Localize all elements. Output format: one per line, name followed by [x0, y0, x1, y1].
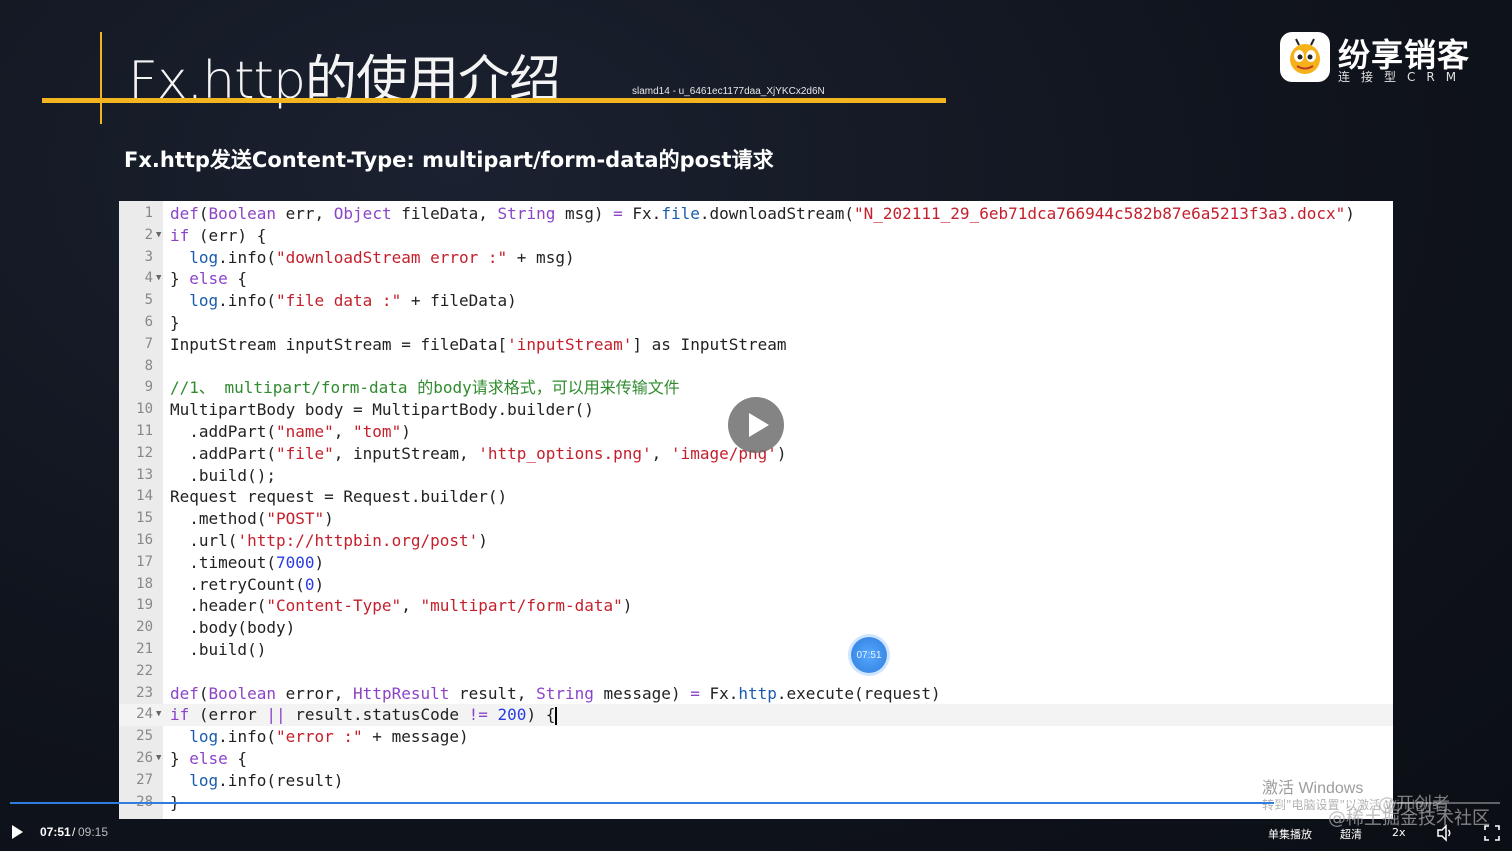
code-line-20: 20 .body(body) [136, 618, 296, 638]
code-line-9: 9//1、 multipart/form-data 的body请求格式，可以用来… [144, 378, 680, 398]
code-line-16: 16 .url('http://httpbin.org/post') [136, 530, 488, 550]
code-line-26: 26 ▼} else { [136, 748, 248, 770]
bee-logo-icon [1280, 32, 1330, 82]
brand-tagline: 连接型CRM [1338, 70, 1468, 84]
code-line-18: 18 .retryCount(0) [136, 574, 325, 594]
fold-arrow-icon[interactable]: ▼ [156, 748, 161, 770]
video-progress-fill [10, 802, 1274, 804]
current-time: 07:51 [40, 825, 71, 839]
code-line-6: 6} [144, 312, 180, 332]
code-editor[interactable]: 1 def(Boolean err, Object fileData, Strin… [119, 201, 1393, 819]
progress-time-bubble: 07:51 [851, 637, 887, 673]
code-line-23: 23 def(Boolean error, HttpResult result, … [136, 683, 941, 703]
code-line-25: 25 log.info("error :" + message) [136, 727, 469, 747]
code-line-8: 8 [144, 357, 153, 374]
code-line-14: 14 Request request = Request.builder() [136, 487, 508, 507]
slide-subtitle: Fx.http发送Content-Type: multipart/form-da… [124, 148, 774, 172]
code-line-13: 13 .build(); [136, 465, 276, 485]
code-line-22: 22 [136, 662, 153, 679]
title-accent-vline [100, 32, 102, 124]
code-line-3: 3 log.info("downloadStream error :" + ms… [144, 247, 575, 267]
code-line-4: 4 ▼} else { [144, 268, 248, 290]
code-line-17: 17 .timeout(7000) [136, 552, 325, 572]
play-button-icon[interactable] [12, 825, 23, 839]
quality-button[interactable]: 超清 [1340, 826, 1362, 842]
code-lines: 1 def(Boolean err, Object fileData, Strin… [119, 203, 1393, 813]
windows-activation-watermark: 激活 Windows [1262, 780, 1364, 797]
text-caret [555, 706, 558, 725]
total-time: 09:15 [78, 825, 109, 839]
title-underline [42, 98, 946, 103]
fold-arrow-icon[interactable]: ▼ [156, 268, 161, 290]
code-line-2: 2 ▼ if (err) { [144, 225, 267, 247]
fold-arrow-icon[interactable]: ▼ [156, 225, 161, 247]
play-overlay-button[interactable] [728, 397, 784, 453]
code-line-7: 7 InputStream inputStream = fileData['inp… [144, 334, 787, 354]
fold-arrow-icon[interactable]: ▼ [156, 704, 161, 726]
single-play-button[interactable]: 单集播放 [1268, 826, 1312, 842]
code-line-19: 19 .header("Content-Type", "multipart/fo… [136, 596, 633, 616]
code-line-24: 24 ▼ if (error || result.statusCode != 200… [119, 704, 1393, 727]
code-line-1: 1 def(Boolean err, Object fileData, Strin… [144, 204, 1355, 223]
user-watermark: slamd14 - u_6461ec1177daa_XjYKCx2d6N [632, 86, 825, 97]
volume-icon[interactable] [1436, 824, 1454, 842]
code-line-5: 5 log.info("file data :" + fileData) [144, 291, 517, 311]
speed-button[interactable]: 2x [1392, 826, 1406, 839]
code-line-27: 27 log.info(result) [136, 770, 344, 790]
code-line-15: 15 .method("POST") [136, 509, 334, 529]
fullscreen-icon[interactable] [1484, 825, 1500, 841]
play-icon [749, 413, 769, 437]
time-separator: / [72, 825, 76, 839]
video-progress-bar[interactable] [10, 802, 1500, 804]
player-controls: 07:51 / 09:15 单集播放 超清 2x [0, 815, 1512, 851]
code-line-21: 21 .build() [136, 639, 267, 659]
brand-logo: 纷享销客 连接型CRM [1280, 32, 1500, 86]
